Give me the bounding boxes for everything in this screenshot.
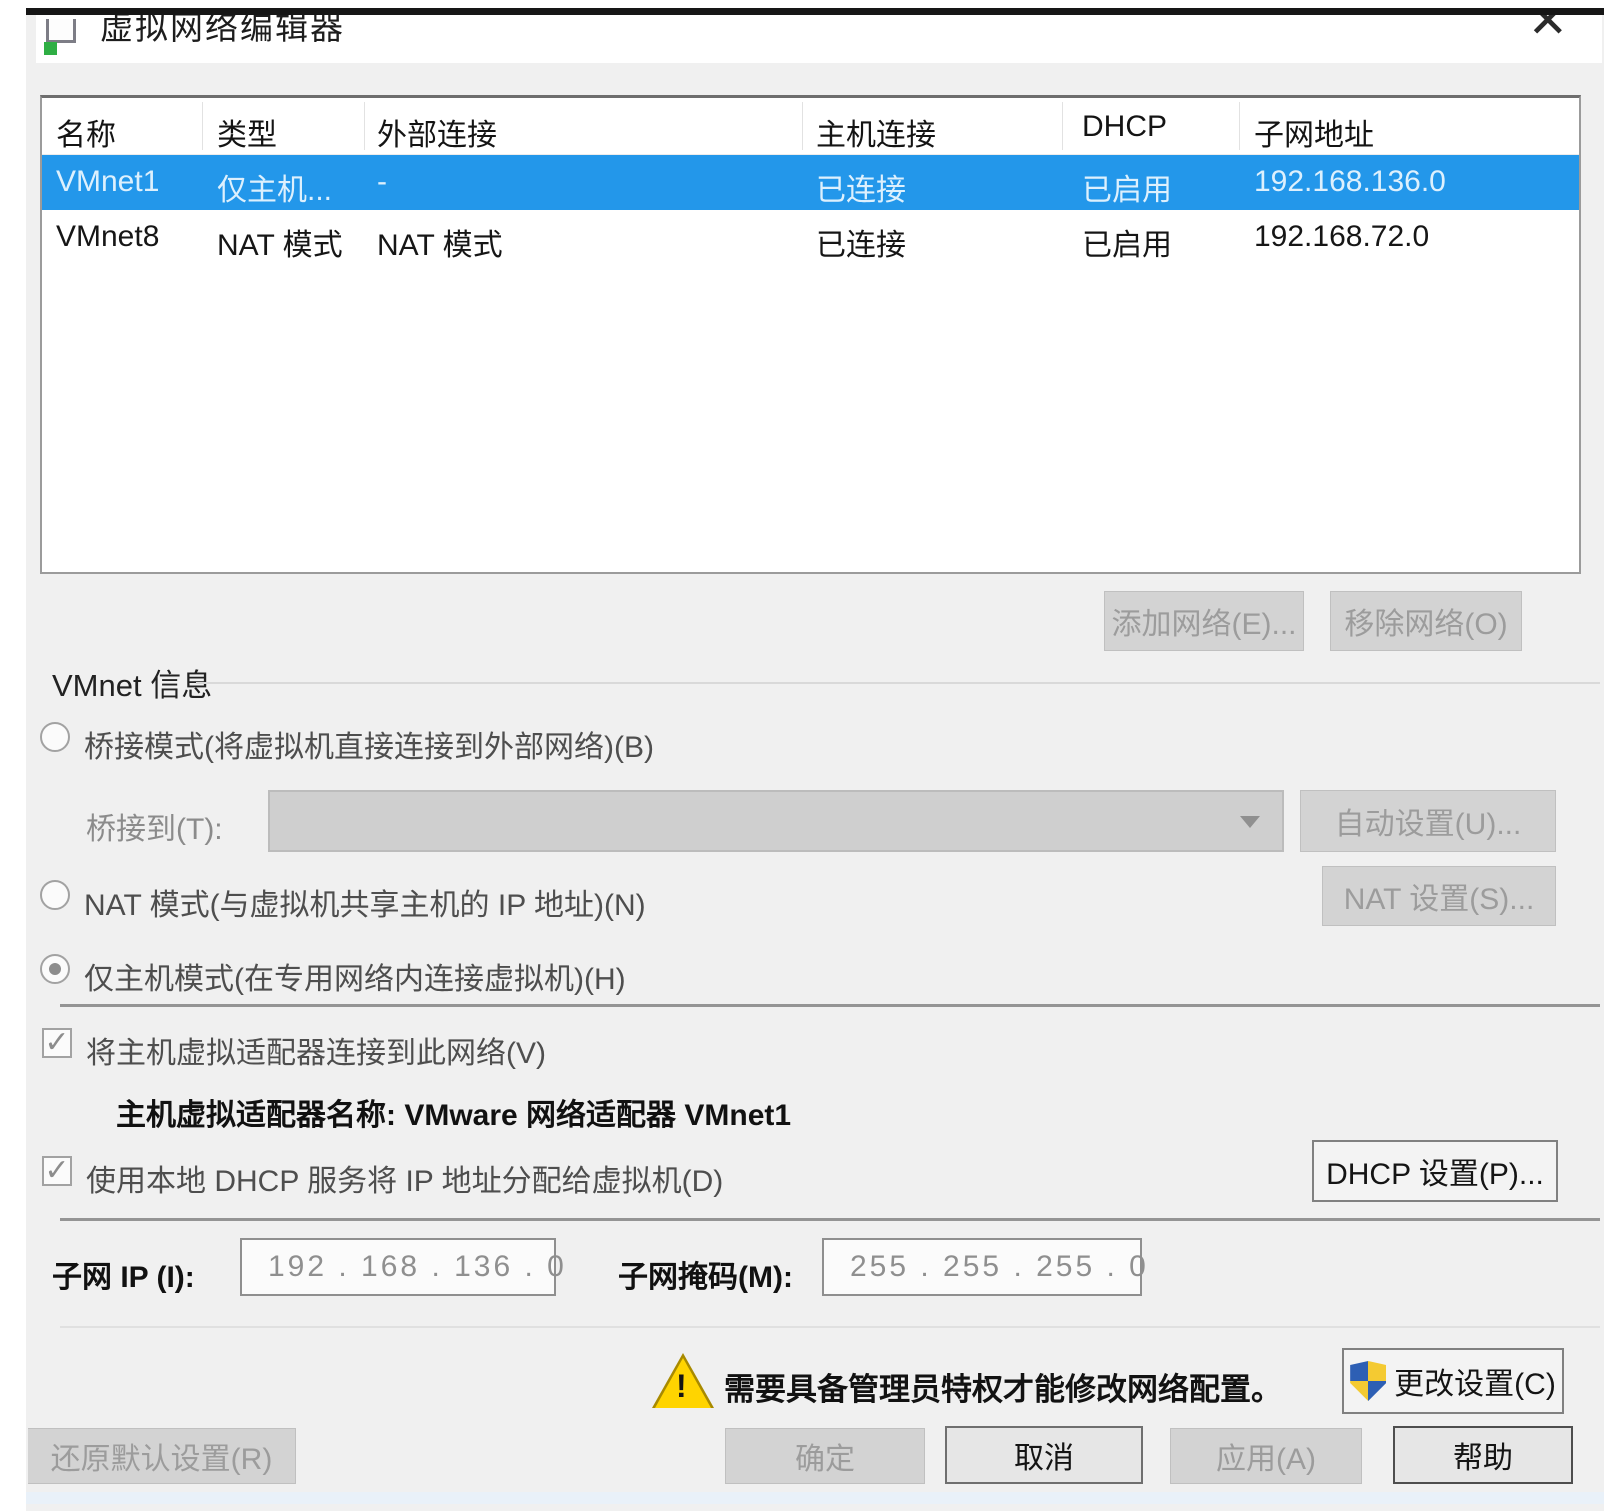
section-divider [60,1326,1600,1328]
dhcp-settings-button[interactable]: DHCP 设置(P)... [1312,1140,1558,1202]
cell-subnet: 192.168.136.0 [1254,165,1446,199]
host-adapter-name-text: 主机虚拟适配器名称: VMware 网络适配器 VMnet1 [116,1090,791,1134]
cell-external: NAT 模式 [377,220,503,264]
use-local-dhcp-checkbox[interactable]: ✓ [42,1156,72,1186]
auto-settings-button[interactable]: 自动设置(U)... [1300,790,1556,852]
app-icon [44,19,78,59]
cell-type: NAT 模式 [217,220,343,264]
cancel-button[interactable]: 取消 [945,1426,1143,1484]
column-divider [364,102,365,150]
change-settings-label: 更改设置(C) [1394,1359,1556,1403]
close-icon[interactable]: ✕ [1528,15,1568,49]
network-icon [46,19,76,43]
help-button[interactable]: 帮助 [1393,1426,1573,1484]
connect-host-adapter-label: 将主机虚拟适配器连接到此网络(V) [86,1028,546,1072]
column-header-dhcp[interactable]: DHCP [1082,110,1167,144]
table-header-row: 名称 类型 外部连接 主机连接 DHCP 子网地址 [42,98,1579,155]
window-title: 虚拟网络编辑器 [100,15,345,49]
table-row-vmnet8[interactable]: VMnet8 NAT 模式 NAT 模式 已连接 已启用 192.168.72.… [42,210,1579,265]
subnet-ip-label: 子网 IP (I): [52,1252,195,1296]
table-row-vmnet1[interactable]: VMnet1 仅主机... - 已连接 已启用 192.168.136.0 [42,155,1579,210]
add-network-button[interactable]: 添加网络(E)... [1104,591,1304,651]
bridged-to-dropdown[interactable] [268,790,1284,852]
column-header-name[interactable]: 名称 [56,110,116,154]
title-bar: 虚拟网络编辑器 ✕ [36,15,1602,63]
column-divider [1239,102,1240,150]
cell-name: VMnet8 [56,220,159,254]
cell-dhcp: 已启用 [1082,220,1172,264]
group-divider [196,682,1600,684]
cell-type: 仅主机... [217,165,332,209]
bridged-mode-radio[interactable] [40,722,70,752]
cell-dhcp: 已启用 [1082,165,1172,209]
column-header-external[interactable]: 外部连接 [377,110,497,154]
column-header-subnet[interactable]: 子网地址 [1254,110,1374,154]
subnet-mask-label: 子网掩码(M): [618,1252,793,1296]
section-divider [60,1004,1600,1007]
subnet-mask-input[interactable]: 255 . 255 . 255 . 0 [822,1238,1142,1296]
ok-button[interactable]: 确定 [725,1428,925,1484]
subnet-ip-input[interactable]: 192 . 168 . 136 . 0 [240,1238,556,1296]
cell-subnet: 192.168.72.0 [1254,220,1429,254]
cell-host: 已连接 [816,220,906,264]
change-settings-button[interactable]: 更改设置(C) [1342,1348,1564,1414]
column-divider [802,102,803,150]
nat-mode-radio[interactable] [40,880,70,910]
chevron-down-icon [1240,816,1260,828]
apply-button[interactable]: 应用(A) [1170,1428,1362,1484]
column-divider [1062,102,1063,150]
uac-shield-icon [1350,1361,1386,1401]
restore-defaults-button[interactable]: 还原默认设置(R) [28,1428,296,1484]
section-divider [60,1218,1600,1221]
host-only-mode-label: 仅主机模式(在专用网络内连接虚拟机)(H) [84,954,626,998]
network-list-table[interactable]: 名称 类型 外部连接 主机连接 DHCP 子网地址 VMnet1 仅主机... … [40,95,1581,574]
vmnet-info-group-label: VMnet 信息 [52,660,212,705]
column-header-host[interactable]: 主机连接 [816,110,936,154]
warning-exclamation: ! [676,1368,687,1405]
bridged-to-label: 桥接到(T): [86,804,223,848]
column-header-type[interactable]: 类型 [217,110,277,154]
nat-mode-label: NAT 模式(与虚拟机共享主机的 IP 地址)(N) [84,880,646,924]
connect-host-adapter-checkbox[interactable]: ✓ [42,1028,72,1058]
network-icon-green-node [44,42,57,55]
column-divider [202,102,203,150]
use-local-dhcp-label: 使用本地 DHCP 服务将 IP 地址分配给虚拟机(D) [86,1156,723,1200]
bridged-mode-label: 桥接模式(将虚拟机直接连接到外部网络)(B) [84,722,654,766]
cell-external: - [377,165,387,199]
window-bottom-edge [26,1492,1604,1504]
cell-host: 已连接 [816,165,906,209]
admin-warning-text: 需要具备管理员特权才能修改网络配置。 [724,1364,1282,1409]
nat-settings-button[interactable]: NAT 设置(S)... [1322,866,1556,926]
cell-name: VMnet1 [56,165,159,199]
remove-network-button[interactable]: 移除网络(O) [1330,591,1522,651]
host-only-mode-radio[interactable] [40,954,70,984]
